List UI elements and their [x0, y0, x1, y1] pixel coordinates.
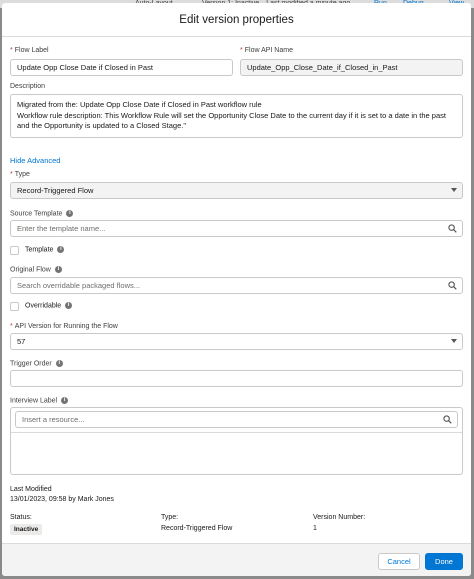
source-template-label: Source Template i: [10, 210, 74, 217]
info-icon[interactable]: i: [55, 360, 63, 367]
description-label: Description: [10, 83, 46, 90]
hide-advanced-link[interactable]: Hide Advanced: [10, 156, 60, 165]
interview-label-box: Insert a resource...: [10, 407, 463, 475]
interview-label-label: Interview Label i: [10, 397, 69, 404]
overridable-checkbox-label: Overridable i: [25, 302, 73, 309]
type-select-value: Record-Triggered Flow: [17, 186, 94, 195]
modal-header: Edit version properties: [2, 3, 471, 37]
description-line: Workflow rule description: This Workflow…: [17, 110, 446, 120]
last-modified-label: Last Modified: [10, 486, 52, 493]
template-checkbox[interactable]: [10, 246, 19, 255]
info-icon[interactable]: i: [54, 266, 62, 273]
status-label: Status:: [10, 514, 32, 521]
api-version-label: * API Version for Running the Flow: [10, 323, 118, 330]
api-version-select[interactable]: 57: [10, 333, 463, 350]
original-flow-label: Original Flow i: [10, 266, 62, 273]
done-button[interactable]: Done: [425, 553, 463, 570]
cancel-button[interactable]: Cancel: [378, 553, 420, 570]
chevron-down-icon: [451, 188, 457, 192]
flow-api-name-input[interactable]: Update_Opp_Close_Date_if_Closed_in_Past: [240, 59, 463, 76]
status-badge: Inactive: [10, 524, 43, 535]
info-icon[interactable]: i: [65, 302, 73, 309]
type-info-label: Type:: [161, 514, 179, 521]
type-label: * Type: [10, 171, 30, 178]
original-flow-placeholder: Search overridable packaged flows...: [17, 281, 140, 290]
chevron-down-icon: [451, 339, 457, 343]
trigger-order-label: Trigger Order i: [10, 360, 63, 367]
type-select[interactable]: Record-Triggered Flow: [10, 182, 463, 199]
info-icon[interactable]: i: [61, 397, 69, 404]
flow-api-name-label: * Flow API Name: [240, 47, 293, 54]
version-number-value: 1: [313, 525, 317, 532]
interview-label-placeholder: Insert a resource...: [22, 415, 85, 424]
modal-body: * Flow Label Update Opp Close Date if Clo…: [2, 38, 471, 543]
source-template-input[interactable]: Enter the template name...: [10, 220, 463, 237]
template-checkbox-label: Template i: [25, 246, 65, 253]
source-template-placeholder: Enter the template name...: [17, 224, 106, 233]
info-icon[interactable]: i: [66, 210, 74, 217]
search-icon: [443, 415, 452, 424]
api-version-value: 57: [17, 337, 26, 346]
last-modified-value: 13/01/2023, 09:58 by Mark Jones: [10, 496, 114, 503]
modal-title: Edit version properties: [179, 13, 294, 26]
divider: [11, 432, 462, 433]
interview-label-resource-input[interactable]: Insert a resource...: [15, 411, 458, 428]
flow-label-input[interactable]: Update Opp Close Date if Closed in Past: [10, 59, 233, 76]
search-icon: [448, 224, 457, 233]
search-icon: [448, 281, 457, 290]
overridable-checkbox[interactable]: [10, 302, 19, 311]
flow-label-label: * Flow Label: [10, 47, 49, 54]
description-textarea[interactable]: Migrated from the: Update Opp Close Date…: [10, 94, 463, 138]
edit-version-properties-modal: Edit version properties * Flow Label Upda…: [2, 3, 471, 576]
trigger-order-input[interactable]: [10, 370, 463, 387]
description-line: Migrated from the: Update Opp Close Date…: [17, 100, 262, 109]
info-icon[interactable]: i: [57, 246, 65, 253]
type-info-value: Record-Triggered Flow: [161, 525, 233, 532]
original-flow-input[interactable]: Search overridable packaged flows...: [10, 277, 463, 294]
version-number-label: Version Number:: [313, 514, 366, 521]
modal-footer: Cancel Done: [2, 543, 471, 576]
description-line: and the Opportunity is updated to a Clos…: [17, 121, 187, 130]
